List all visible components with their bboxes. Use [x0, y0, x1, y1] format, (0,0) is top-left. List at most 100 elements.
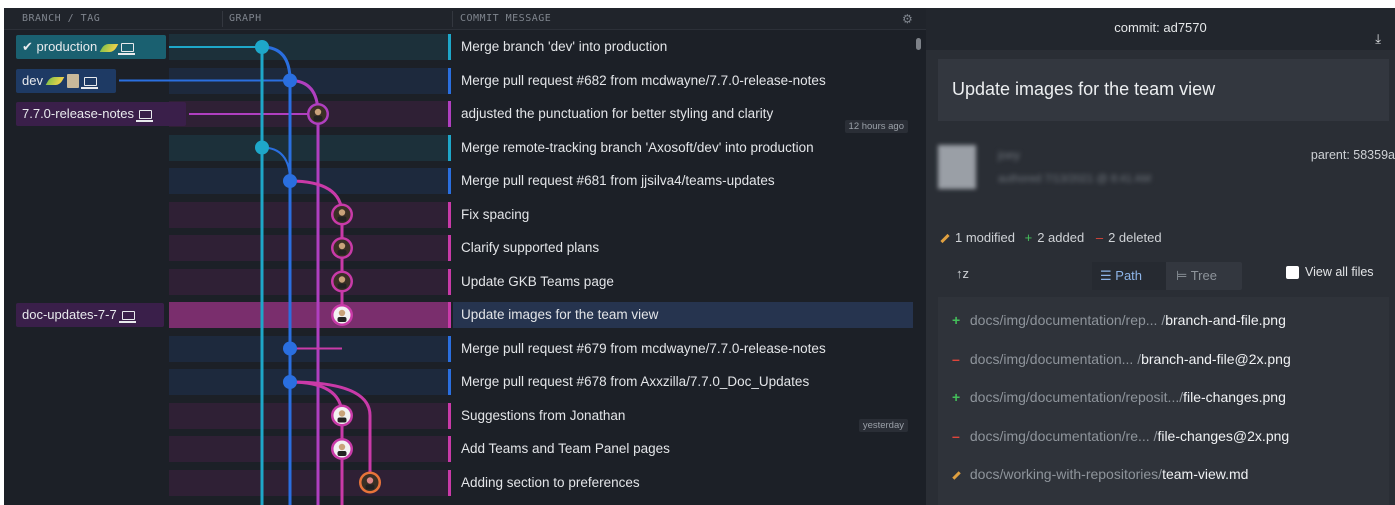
- scrollbar-thumb[interactable]: [916, 38, 921, 50]
- minus-icon: –: [1095, 230, 1104, 245]
- checkbox-icon[interactable]: [1286, 266, 1299, 280]
- parent-commit-link[interactable]: parent: 58359a: [1311, 148, 1395, 162]
- file-path: docs/img/documentation/re... /: [969, 427, 1158, 444]
- tree-icon: ⊨: [1176, 268, 1191, 283]
- branch-label-production[interactable]: ✔ production: [16, 35, 166, 59]
- commit-message[interactable]: Merge pull request #681 from jjsilva4/te…: [453, 168, 913, 194]
- file-name: team-view.md: [1162, 466, 1249, 482]
- pencil-icon: [940, 233, 950, 244]
- changed-file-row[interactable]: docs/working-with-repositories/team-view…: [938, 455, 1389, 493]
- graph-lane: [289, 79, 320, 505]
- branch-label-7-7-0-release-notes[interactable]: 7.7.0-release-notes: [16, 102, 186, 126]
- merge-commit-node[interactable]: [255, 140, 269, 155]
- graph-column-header[interactable]: GRAPH: [229, 8, 262, 30]
- file-path: docs/working-with-repositories/: [969, 466, 1163, 482]
- commit-id-header: commit: ad7570 ⤓: [926, 8, 1395, 50]
- time-badge: 12 hours ago: [844, 120, 908, 133]
- commit-message[interactable]: Fix spacing: [453, 202, 913, 228]
- commit-detail-panel: commit: ad7570 ⤓ Update images for the t…: [926, 8, 1395, 505]
- commit-message[interactable]: Update images for the team view: [453, 302, 913, 328]
- commit-id: commit: ad7570: [1114, 20, 1207, 35]
- path-view-button[interactable]: ☰ Path: [1092, 262, 1166, 290]
- changed-file-row[interactable]: + docs/img/documentation/reposit.../file…: [938, 378, 1389, 416]
- merge-commit-node[interactable]: [283, 375, 297, 389]
- author-avatar-node[interactable]: [331, 404, 353, 427]
- check-icon: ✔: [22, 39, 37, 54]
- merge-commit-node[interactable]: [283, 73, 297, 88]
- plus-icon: +: [952, 389, 961, 405]
- graph-lane: [289, 380, 372, 483]
- commit-message[interactable]: Merge branch 'dev' into production: [453, 34, 913, 60]
- list-icon: ☰: [1100, 268, 1116, 283]
- plus-icon: +: [952, 312, 961, 328]
- column-divider[interactable]: [222, 11, 223, 27]
- author-avatar-node[interactable]: [307, 103, 329, 125]
- laptop-icon: [136, 110, 154, 123]
- branch-name: 7.7.0-release-notes: [22, 106, 135, 121]
- remote-icon: [45, 77, 65, 86]
- merge-commit-node[interactable]: [283, 174, 297, 188]
- minus-icon: –: [952, 427, 960, 444]
- branch-name: dev: [22, 72, 43, 88]
- file-change-stats: 1 modified +2 added –2 deleted: [940, 230, 1162, 245]
- graph-header: BRANCH / TAG GRAPH COMMIT MESSAGE ⚙: [4, 8, 926, 30]
- file-path: docs/img/documentation/rep... /: [969, 312, 1166, 328]
- changed-files-list: + docs/img/documentation/rep... /branch-…: [938, 297, 1389, 505]
- avatar-icon: [66, 74, 79, 89]
- commit-message[interactable]: Merge pull request #678 from Axxzilla/7.…: [453, 369, 913, 395]
- branch-name: doc-updates-7-7: [22, 307, 117, 322]
- author-avatar-node[interactable]: [331, 203, 353, 226]
- column-divider[interactable]: [452, 11, 453, 27]
- commit-message[interactable]: Add Teams and Team Panel pages: [453, 436, 913, 462]
- merge-commit-node[interactable]: [283, 341, 297, 356]
- laptop-icon: [80, 76, 98, 89]
- graph-lane: [261, 45, 292, 505]
- file-name: file-changes.png: [1183, 389, 1286, 405]
- authored-date: authored 7/13/2021 @ 8:41 AM: [998, 173, 1152, 185]
- commit-message[interactable]: Merge remote-tracking branch 'Axosoft/de…: [453, 135, 913, 161]
- commit-graph-panel: BRANCH / TAG GRAPH COMMIT MESSAGE ⚙ Merg…: [4, 8, 926, 505]
- author-avatar-node[interactable]: [359, 471, 381, 494]
- commit-title[interactable]: Update images for the team view: [938, 59, 1389, 121]
- changed-file-row[interactable]: – docs/img/documentation/re... /file-cha…: [938, 417, 1389, 455]
- view-toggle: ☰ Path ⊨ Tree: [1092, 262, 1242, 290]
- file-path: docs/img/documentation/reposit.../: [969, 389, 1184, 405]
- commit-message[interactable]: Merge pull request #679 from mcdwayne/7.…: [453, 336, 913, 362]
- download-icon[interactable]: ⤓: [1375, 19, 1381, 59]
- sort-icon[interactable]: ↑z: [956, 266, 969, 281]
- deleted-count: 2 deleted: [1108, 230, 1162, 245]
- commit-message[interactable]: Merge pull request #682 from mcdwayne/7.…: [453, 68, 913, 94]
- avatar: [938, 145, 976, 189]
- pencil-icon: [952, 455, 966, 493]
- tree-view-button[interactable]: ⊨ Tree: [1168, 262, 1242, 290]
- commit-message[interactable]: Suggestions from Jonathan: [453, 403, 913, 429]
- laptop-icon: [118, 311, 136, 324]
- branch-label-dev[interactable]: dev: [16, 68, 116, 93]
- changed-file-row[interactable]: + docs/img/documentation/rep... /branch-…: [938, 301, 1389, 339]
- file-name: file-changes@2x.png: [1157, 427, 1290, 444]
- laptop-icon: [118, 43, 136, 56]
- commit-message[interactable]: Update GKB Teams page: [453, 269, 913, 295]
- branch-name: production: [36, 39, 98, 54]
- remote-icon: [99, 43, 119, 52]
- file-name: branch-and-file@2x.png: [1141, 350, 1291, 367]
- changed-file-row[interactable]: – docs/img/documentation... /branch-and-…: [938, 340, 1389, 378]
- modified-count: 1 modified: [955, 230, 1015, 245]
- commit-message-column-header[interactable]: COMMIT MESSAGE: [460, 8, 551, 30]
- merge-commit-node[interactable]: [255, 40, 269, 54]
- added-count: 2 added: [1037, 230, 1085, 245]
- branch-tag-column-header[interactable]: BRANCH / TAG: [22, 8, 100, 30]
- author-avatar-node[interactable]: [331, 270, 353, 293]
- author-name: joey: [998, 148, 1021, 162]
- branch-label-doc-updates-7-7[interactable]: doc-updates-7-7: [16, 303, 164, 327]
- author-avatar-node[interactable]: [331, 304, 353, 326]
- file-name: branch-and-file.png: [1165, 312, 1286, 328]
- commit-message[interactable]: Adding section to preferences: [453, 470, 913, 496]
- gitkraken-window: BRANCH / TAG GRAPH COMMIT MESSAGE ⚙ Merg…: [4, 8, 1395, 505]
- gear-icon[interactable]: ⚙: [902, 12, 913, 26]
- view-all-files-checkbox[interactable]: View all files: [1286, 265, 1374, 280]
- author-avatar-node[interactable]: [331, 438, 353, 460]
- commit-message[interactable]: Clarify supported plans: [453, 235, 913, 261]
- minus-icon: –: [952, 350, 960, 367]
- author-avatar-node[interactable]: [331, 237, 353, 259]
